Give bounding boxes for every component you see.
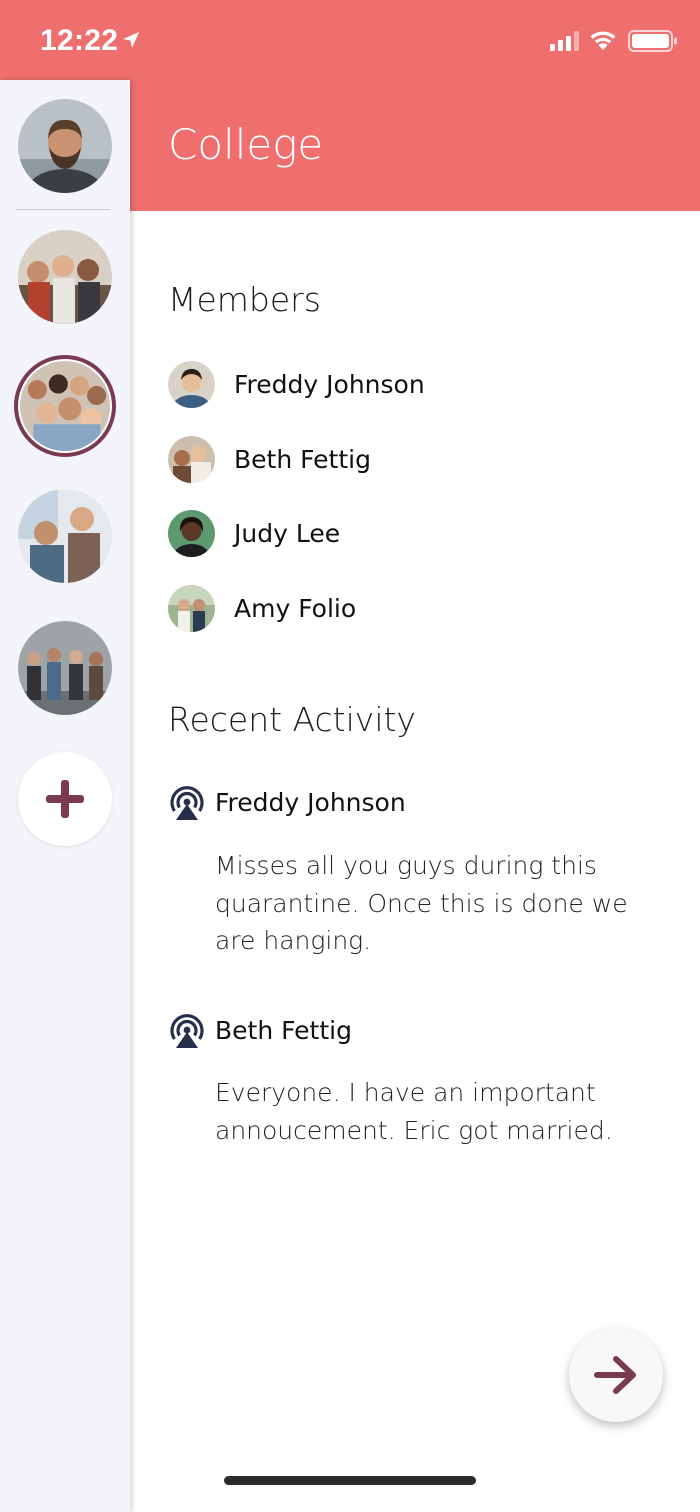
wifi-icon — [590, 31, 616, 50]
member-avatar — [168, 584, 215, 632]
member-name: Judy Lee — [234, 518, 341, 548]
group-avatar-4[interactable] — [18, 621, 112, 715]
recent-activity-title: Recent Activity — [168, 700, 416, 739]
members-title: Members — [168, 280, 321, 319]
group-avatar-3[interactable] — [18, 489, 112, 583]
member-name: Freddy Johnson — [234, 369, 425, 399]
broadcast-icon — [170, 786, 204, 820]
activity-message: Misses all you guys during this quaranti… — [215, 851, 628, 955]
member-avatar — [168, 509, 215, 557]
member-row[interactable]: Beth Fettig — [168, 435, 648, 483]
group-avatar-college[interactable] — [14, 355, 116, 457]
member-row[interactable]: Freddy Johnson — [168, 360, 648, 408]
plus-icon — [46, 780, 84, 818]
profile-avatar[interactable] — [18, 99, 112, 193]
add-group-button[interactable] — [18, 752, 112, 846]
member-avatar — [168, 360, 215, 408]
activity-item-header[interactable]: Freddy Johnson — [168, 782, 406, 822]
next-button[interactable] — [569, 1328, 663, 1422]
groups-sidebar — [0, 80, 130, 1512]
member-row[interactable]: Judy Lee — [168, 509, 648, 557]
arrow-right-icon — [594, 1356, 636, 1394]
group-avatar-1[interactable] — [18, 230, 112, 324]
sidebar-divider — [16, 209, 110, 210]
member-name: Beth Fettig — [234, 444, 371, 474]
activity-item-header[interactable]: Beth Fettig — [168, 1010, 352, 1050]
status-bar: 12:22 — [0, 0, 700, 80]
broadcast-icon — [170, 1014, 204, 1048]
activity-author: Freddy Johnson — [215, 787, 406, 817]
activity-message: Everyone. I have an important annoucemen… — [215, 1078, 613, 1145]
home-indicator — [224, 1476, 476, 1485]
group-header: College — [130, 80, 700, 211]
member-row[interactable]: Amy Folio — [168, 584, 648, 632]
battery-icon — [628, 30, 677, 52]
page-title: College — [168, 120, 324, 169]
member-name: Amy Folio — [234, 593, 357, 623]
cellular-signal-icon — [550, 31, 579, 51]
member-avatar — [168, 435, 215, 483]
location-arrow-icon — [123, 32, 139, 48]
activity-author: Beth Fettig — [215, 1015, 352, 1045]
status-time: 12:22 — [40, 24, 119, 57]
